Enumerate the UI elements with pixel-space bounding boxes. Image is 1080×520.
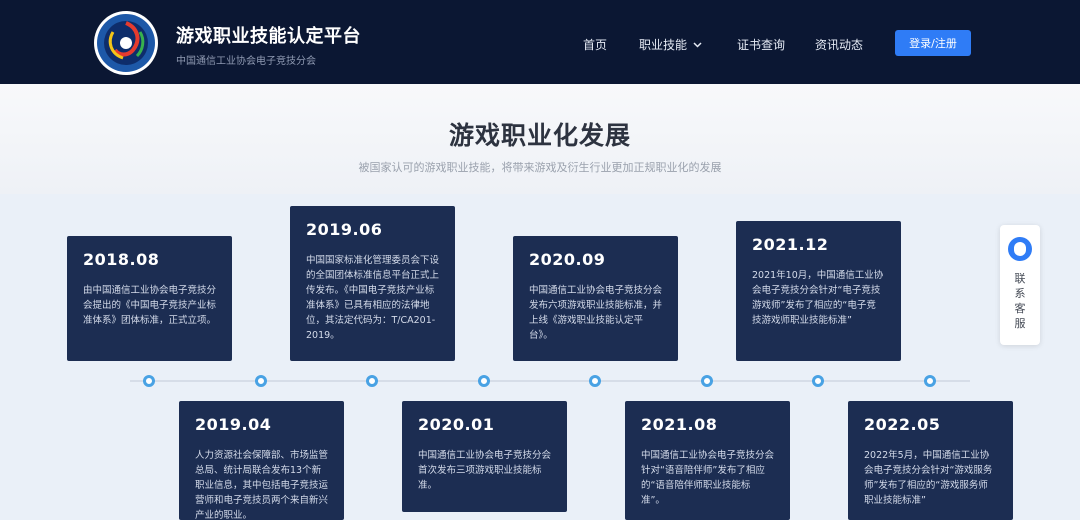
timeline-year: 2022.05 — [864, 415, 941, 434]
association-logo-icon — [94, 11, 158, 75]
timeline-card-2019-06: 2019.06 中国国家标准化管理委员会下设的全国团体标准信息平台正式上传发布。… — [290, 206, 455, 361]
timeline-description: 由中国通信工业协会电子竞技分会提出的《中国电子竞技产业标准体系》团体标准，正式立… — [83, 285, 217, 326]
top-navbar: 游戏职业技能认定平台 中国通信工业协会电子竞技分会 首页 职业技能 证书查询 资… — [0, 0, 1080, 84]
timeline-dot — [701, 375, 713, 387]
timeline-card-2022-05: 2022.05 2022年5月，中国通信工业协会电子竞技分会针对“游戏服务师”发… — [848, 401, 1013, 520]
timeline-card-2021-12: 2021.12 2021年10月，中国通信工业协会电子竞技分会针对“电子竞技游戏… — [736, 221, 901, 361]
timeline-year: 2020.01 — [418, 415, 495, 434]
timeline-year: 2019.04 — [195, 415, 272, 434]
timeline-description: 中国国家标准化管理委员会下设的全国团体标准信息平台正式上传发布。《中国电子竞技产… — [306, 255, 440, 341]
timeline-card-2020-09: 2020.09 中国通信工业协会电子竞技分会发布六项游戏职业技能标准，并上线《游… — [513, 236, 678, 361]
timeline-year: 2018.08 — [83, 250, 160, 269]
timeline-dot — [366, 375, 378, 387]
page-subtitle: 被国家认可的游戏职业技能，将带来游戏及衍生行业更加正规职业化的发展 — [358, 161, 722, 174]
timeline-year: 2020.09 — [529, 250, 606, 269]
timeline-card-2021-08: 2021.08 中国通信工业协会电子竞技分会针对“语音陪伴师”发布了相应的“语音… — [625, 401, 790, 520]
nav-home-label: 首页 — [583, 38, 608, 52]
timeline-description: 2021年10月，中国通信工业协会电子竞技分会针对“电子竞技游戏师”发布了相应的… — [752, 270, 884, 326]
nav-home[interactable]: 首页 — [583, 36, 607, 53]
timeline-year: 2021.08 — [641, 415, 718, 434]
timeline-description: 2022年5月，中国通信工业协会电子竞技分会针对“游戏服务师”发布了相应的“游戏… — [864, 450, 993, 506]
timeline-dot — [255, 375, 267, 387]
timeline-description: 中国通信工业协会电子竞技分会针对“语音陪伴师”发布了相应的“语音陪伴师职业技能标… — [641, 450, 775, 506]
customer-service-text: 联系客服 — [1014, 272, 1026, 330]
timeline-dot — [478, 375, 490, 387]
timeline-card-2020-01: 2020.01 中国通信工业协会电子竞技分会首次发布三项游戏职业技能标准。 — [402, 401, 567, 512]
site-subtitle: 中国通信工业协会电子竞技分会 — [176, 56, 316, 67]
site-title: 游戏职业技能认定平台 — [176, 26, 361, 47]
customer-service-widget[interactable]: 联系客服 — [1000, 225, 1040, 345]
nav-news-label: 资讯动态 — [815, 38, 864, 52]
nav-certificate-label: 证书查询 — [737, 38, 786, 52]
timeline-description: 人力资源社会保障部、市场监管总局、统计局联合发布13个新职业信息，其中包括电子竞… — [195, 450, 329, 520]
timeline-description: 中国通信工业协会电子竞技分会首次发布三项游戏职业技能标准。 — [418, 450, 552, 491]
timeline-dot — [812, 375, 824, 387]
timeline-dot — [924, 375, 936, 387]
page-title: 游戏职业化发展 — [448, 121, 631, 150]
timeline-year: 2019.06 — [306, 220, 383, 239]
customer-service-label: 联系客服 — [1000, 271, 1040, 331]
nav-certificate-query[interactable]: 证书查询 — [737, 36, 785, 53]
nav-skills[interactable]: 职业技能 — [639, 36, 702, 53]
nav-skills-label: 职业技能 — [639, 38, 688, 52]
timeline-card-2018-08: 2018.08 由中国通信工业协会电子竞技分会提出的《中国电子竞技产业标准体系》… — [67, 236, 232, 361]
timeline-dot — [143, 375, 155, 387]
timeline-dot — [589, 375, 601, 387]
timeline-year: 2021.12 — [752, 235, 829, 254]
nav-news[interactable]: 资讯动态 — [815, 36, 863, 53]
chevron-down-icon — [693, 42, 702, 48]
chat-bubble-icon — [1008, 237, 1032, 261]
timeline-card-2019-04: 2019.04 人力资源社会保障部、市场监管总局、统计局联合发布13个新职业信息… — [179, 401, 344, 520]
timeline-description: 中国通信工业协会电子竞技分会发布六项游戏职业技能标准，并上线《游戏职业技能认定平… — [529, 285, 663, 341]
login-register-button[interactable]: 登录/注册 — [895, 30, 971, 56]
